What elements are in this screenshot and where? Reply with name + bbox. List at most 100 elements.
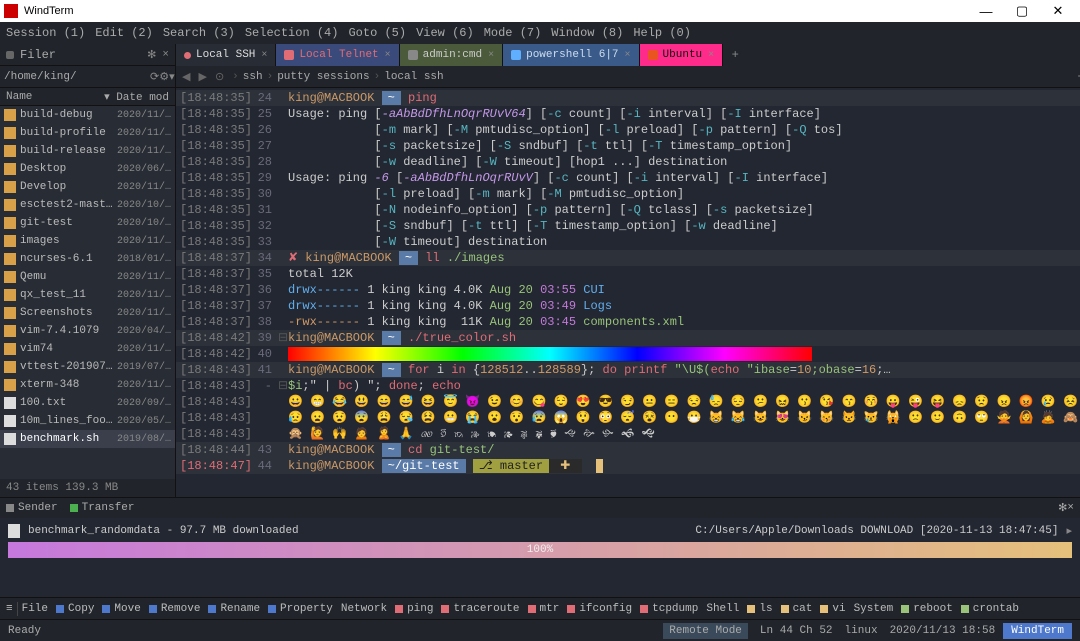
filer-item[interactable]: Screenshots2020/11/… — [0, 304, 175, 322]
tool-icon — [441, 605, 449, 613]
col-date[interactable]: ▾ Date mod — [104, 90, 169, 104]
new-tab-button[interactable]: + — [723, 44, 747, 66]
transfer-open-icon[interactable]: ▸ — [1066, 524, 1072, 538]
tab-close-icon[interactable]: × — [625, 50, 631, 61]
nav-back-icon[interactable]: ◀ — [182, 70, 190, 84]
terminal-line: [18:48:37]37 drwx------ 1 king king 4.0K… — [176, 298, 1080, 314]
bottom-close-icon[interactable]: × — [1067, 502, 1074, 514]
filer-item[interactable]: build-release2020/11/… — [0, 142, 175, 160]
filer-item[interactable]: build-profile2020/11/… — [0, 124, 175, 142]
tool-icon — [567, 605, 575, 613]
filer-status: 43 items 139.3 MB — [0, 479, 175, 497]
filer-item[interactable]: qx_test_112020/11/… — [0, 286, 175, 304]
filer-panel: Filer ✻ × ⟳ ⚙ ▾ Name ▾ Date mod build-de… — [0, 44, 176, 497]
toolbar-menu-icon[interactable]: ≡ — [6, 603, 13, 615]
tool-icon — [820, 605, 828, 613]
toolbar-mtr[interactable]: mtr — [528, 603, 560, 615]
terminal-line: [18:48:35]25 Usage: ping [-aAbBdDfhLnOqr… — [176, 106, 1080, 122]
filer-item[interactable]: 10m_lines_foo.t…2020/05/… — [0, 412, 175, 430]
filer-item[interactable]: git-test2020/10/… — [0, 214, 175, 232]
filer-item[interactable]: 100.txt2020/09/… — [0, 394, 175, 412]
refresh-icon[interactable]: ⟳ — [150, 70, 159, 84]
filer-item[interactable]: xterm-3482020/11/… — [0, 376, 175, 394]
bottom-tab-sender[interactable]: Sender — [6, 502, 58, 514]
menu-window[interactable]: Window (8) — [551, 26, 623, 40]
toolbar-property[interactable]: Property — [268, 603, 333, 615]
filer-close-icon[interactable]: × — [162, 49, 169, 61]
tab-close-icon[interactable]: × — [488, 50, 494, 61]
tab-close-icon[interactable]: × — [261, 50, 267, 61]
toolbar-cat[interactable]: cat — [781, 603, 813, 615]
toolbar: ≡ File Copy Move Remove Rename Property Network… — [0, 597, 1080, 619]
nav-fwd-icon[interactable]: ▶ — [198, 70, 206, 84]
status-remote[interactable]: Remote Mode — [663, 623, 748, 639]
tab-close-icon[interactable]: × — [385, 50, 391, 61]
tab-admin[interactable]: admin:cmd× — [400, 44, 503, 66]
crumb-2[interactable]: putty sessions — [277, 71, 369, 83]
filer-item[interactable]: benchmark.sh2019/08/… — [0, 430, 175, 448]
dropdown-icon[interactable]: ▾ — [169, 70, 175, 84]
filer-item[interactable]: vim742020/11/… — [0, 340, 175, 358]
menu-edit[interactable]: Edit (2) — [95, 26, 153, 40]
nav-history-icon[interactable]: ⊙ — [215, 70, 224, 84]
tab-telnet[interactable]: Local Telnet× — [276, 44, 399, 66]
toolbar-copy[interactable]: Copy — [56, 603, 94, 615]
filer-path-input[interactable] — [4, 71, 150, 83]
tab-icon — [511, 50, 521, 60]
filer-item[interactable]: Desktop2020/06/… — [0, 160, 175, 178]
terminal-line: [18:48:35]24 king@MACBOOK ~ ping — [176, 90, 1080, 106]
filer-item[interactable]: images2020/11/… — [0, 232, 175, 250]
bottom-tab-transfer[interactable]: Transfer — [70, 502, 135, 514]
toolbar-reboot[interactable]: reboot — [901, 603, 953, 615]
filer-item[interactable]: vttest-201907102019/07/… — [0, 358, 175, 376]
menu-view[interactable]: View (6) — [416, 26, 474, 40]
tab-local-ssh[interactable]: Local SSH× — [176, 44, 276, 66]
filer-path-bar: ⟳ ⚙ ▾ — [0, 66, 175, 88]
gear-icon[interactable]: ⚙ — [159, 70, 169, 84]
crumb-1[interactable]: ssh — [243, 71, 263, 83]
toolbar-rename[interactable]: Rename — [208, 603, 260, 615]
tab-ps[interactable]: powershell 6|7× — [503, 44, 639, 66]
toolbar-remove[interactable]: Remove — [149, 603, 201, 615]
menu-search[interactable]: Search (3) — [163, 26, 235, 40]
menu-help[interactable]: Help (0) — [633, 26, 691, 40]
terminal-line: [18:48:37]35 total 12K — [176, 266, 1080, 282]
crumb-3[interactable]: local ssh — [384, 71, 443, 83]
toolbar-ls[interactable]: ls — [747, 603, 772, 615]
menu-goto[interactable]: Goto (5) — [348, 26, 406, 40]
menu-session[interactable]: Session (1) — [6, 26, 85, 40]
toolbar-crontab[interactable]: crontab — [961, 603, 1019, 615]
toolbar-ping[interactable]: ping — [395, 603, 433, 615]
transfer-dest: C:/Users/Apple/Downloads DOWNLOAD [2020-… — [695, 525, 1058, 537]
toolbar-system[interactable]: System — [854, 603, 894, 615]
status-brand[interactable]: WindTerm — [1003, 623, 1072, 639]
transfer-row[interactable]: benchmark_randomdata - 97.7 MB downloade… — [8, 522, 1072, 540]
toolbar-file[interactable]: File — [22, 603, 48, 615]
terminal[interactable]: [18:48:35]24 king@MACBOOK ~ ping[18:48:3… — [176, 88, 1080, 497]
filer-item[interactable]: esctest2-master2020/10/… — [0, 196, 175, 214]
toolbar-ifconfig[interactable]: ifconfig — [567, 603, 632, 615]
filer-item[interactable]: build-debug2020/11/… — [0, 106, 175, 124]
toolbar-move[interactable]: Move — [102, 603, 140, 615]
filer-item[interactable]: vim-7.4.10792020/04/… — [0, 322, 175, 340]
toolbar-network[interactable]: Network — [341, 603, 387, 615]
toolbar-tcpdump[interactable]: tcpdump — [640, 603, 698, 615]
menu-selection[interactable]: Selection (4) — [245, 26, 339, 40]
window-close[interactable]: ✕ — [1040, 3, 1076, 19]
toolbar-traceroute[interactable]: traceroute — [441, 603, 519, 615]
toolbar-vi[interactable]: vi — [820, 603, 845, 615]
filer-item[interactable]: Develop2020/11/… — [0, 178, 175, 196]
tab-close-icon[interactable]: × — [708, 50, 714, 61]
filer-item[interactable]: ncurses-6.12018/01/… — [0, 250, 175, 268]
tab-ubuntu[interactable]: Ubuntu× — [640, 44, 724, 66]
window-minimize[interactable]: — — [968, 4, 1004, 19]
menu-mode[interactable]: Mode (7) — [484, 26, 542, 40]
col-name[interactable]: Name — [6, 91, 104, 103]
titlebar: WindTerm — ▢ ✕ — [0, 0, 1080, 22]
filer-item[interactable]: Qemu2020/11/… — [0, 268, 175, 286]
folder-icon — [4, 181, 16, 193]
toolbar-shell[interactable]: Shell — [706, 603, 739, 615]
bottom-settings-icon[interactable]: ✻ — [1058, 501, 1067, 515]
filer-settings-icon[interactable]: ✻ — [147, 48, 156, 62]
window-maximize[interactable]: ▢ — [1004, 3, 1040, 19]
